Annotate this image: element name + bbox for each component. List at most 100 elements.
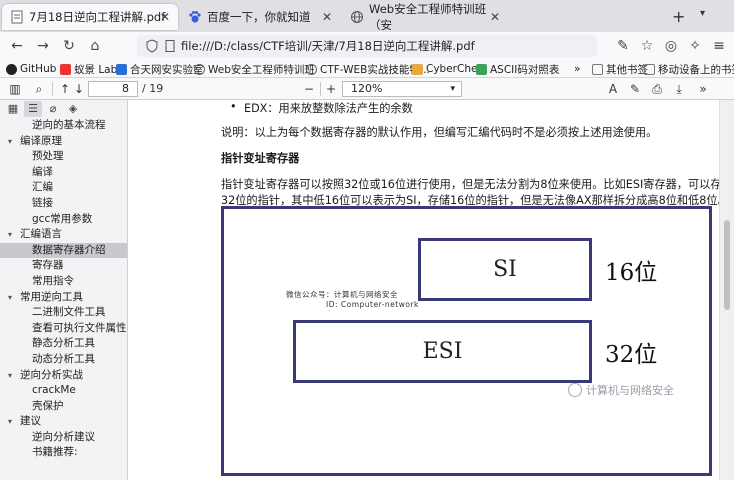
bookmark-github[interactable]: GitHub (6, 61, 56, 77)
star-icon[interactable]: ☆ (636, 36, 658, 56)
bookmark-yijing-lab[interactable]: 蚁景 Lab (60, 61, 117, 77)
outline-item[interactable]: 编译 (0, 165, 127, 181)
zoom-in-icon[interactable]: + (322, 80, 340, 98)
page-count: / 19 (142, 82, 164, 95)
outline-item[interactable]: 二进制文件工具 (0, 305, 127, 321)
tab-baidu[interactable]: 百度一下，你就知道 ✕ (180, 4, 340, 30)
outline-section[interactable]: ▾ 建议 (0, 414, 127, 430)
outline-item[interactable]: 汇编 (0, 180, 127, 196)
page-number-input[interactable]: 8 (88, 81, 138, 97)
si-bit-width: 16位 (605, 260, 658, 286)
tab-strip: 7月18日逆向工程讲解.pdf ✕ 百度一下，你就知道 ✕ Web安全工程师特训… (0, 0, 734, 32)
outline-label: 建议 (20, 415, 41, 428)
outline-item[interactable]: 动态分析工具 (0, 352, 127, 368)
chevron-down-icon[interactable]: ▾ (8, 368, 12, 384)
account-icon[interactable]: ◎ (660, 36, 682, 56)
outline-item[interactable]: 查看可执行文件属性 (0, 321, 127, 337)
shield-icon[interactable] (145, 39, 159, 53)
paw-icon (188, 10, 202, 24)
menu-icon[interactable]: ≡ (708, 36, 730, 56)
pdf-file-icon (10, 10, 24, 24)
print-icon[interactable]: ⎙ (648, 80, 666, 98)
bookmark-site-icon (116, 63, 127, 75)
si-label: SI (493, 257, 517, 282)
outline-item[interactable]: 逆向分析建议 (0, 430, 127, 446)
bullet-edx: EDX：用来放整数除法产生的余数 (244, 102, 413, 115)
save-icon[interactable]: ⤓ (670, 80, 688, 98)
outline-item[interactable]: 寄存器 (0, 258, 127, 274)
close-icon[interactable]: ✕ (320, 10, 334, 24)
vertical-scrollbar[interactable] (719, 100, 734, 480)
reload-icon[interactable]: ↻ (58, 36, 80, 56)
bookmark-web-security[interactable]: Web安全工程师特训班 (194, 61, 315, 77)
text-tool-icon[interactable]: A (604, 80, 622, 98)
bookmark-folder-other[interactable]: 其他书签 (592, 61, 648, 77)
draw-tool-icon[interactable]: ✎ (626, 80, 644, 98)
bookmarks-toolbar: GitHub 蚁景 Lab 合天网安实验室 Web安全工程师特训班 CTF-WE… (0, 60, 734, 78)
chevron-right-icon[interactable]: » (574, 61, 580, 77)
outline-icon[interactable]: ☰ (24, 101, 42, 117)
outline-section[interactable]: ▾ 逆向分析实战 (0, 368, 127, 384)
watermark-logo: 计算机与网络安全 (568, 382, 674, 398)
extensions-icon[interactable]: ✧ (684, 36, 706, 56)
outline-section[interactable]: ▾ 汇编语言 (0, 227, 127, 243)
close-icon[interactable]: ✕ (158, 10, 172, 24)
next-page-icon[interactable]: ↓ (70, 80, 88, 98)
layers-icon[interactable]: ◈ (64, 101, 82, 117)
new-tab-icon[interactable]: + (672, 7, 685, 26)
esi-bit-width: 32位 (605, 342, 658, 368)
tab-web-security[interactable]: Web安全工程师特训班（安 ✕ (342, 2, 508, 32)
outline-item[interactable]: 静态分析工具 (0, 336, 127, 352)
github-icon (6, 63, 17, 75)
zoom-select[interactable]: 120% ▾ (342, 81, 462, 97)
attachments-icon[interactable]: ⌀ (44, 101, 62, 117)
toolbar-separator (320, 82, 321, 96)
sidebar-toggle-icon[interactable]: ▥ (6, 80, 24, 98)
outline-item[interactable]: 壳保护 (0, 399, 127, 415)
navigation-toolbar: ← → ↻ ⌂ file:///D:/class/CTF培训/天津/7月18日逆… (0, 32, 734, 60)
outline-label: 逆向的基本流程 (32, 119, 106, 131)
chevron-down-icon[interactable]: ▾ (700, 8, 705, 19)
outline-section[interactable]: ▾ 编译原理 (0, 134, 127, 150)
folder-icon (592, 63, 603, 75)
pdf-sidebar: ▦ ☰ ⌀ ◈ 逆向的基本流程 ▾ 编译原理预处理 编译 汇编链接 gcc常用参数 ▾ 汇编语… (0, 100, 128, 480)
outline-label: 编译原理 (20, 134, 62, 147)
close-icon[interactable]: ✕ (488, 10, 502, 24)
thumbnails-icon[interactable]: ▦ (4, 101, 22, 117)
pdf-toolbar: ▥ ⌕ ↑ ↓ 8 / 19 − + 120% ▾ A ✎ ⎙ ⤓ » (0, 78, 734, 100)
url-bar[interactable]: file:///D:/class/CTF培训/天津/7月18日逆向工程讲解.pd… (137, 35, 597, 57)
bookmark-site-icon (476, 63, 487, 75)
outline-item[interactable]: 逆向的基本流程 (0, 118, 127, 134)
bookmark-hetian[interactable]: 合天网安实验室 (116, 61, 204, 77)
scrollbar-thumb[interactable] (724, 220, 730, 310)
chevron-down-icon[interactable]: ▾ (8, 290, 12, 306)
outline-item[interactable]: 常用指令 (0, 274, 127, 290)
outline-item[interactable]: 预处理 (0, 149, 127, 165)
outline-label: 汇编 (32, 181, 53, 194)
bookmark-cyberchef[interactable]: CyberChef (412, 61, 481, 77)
chevron-down-icon[interactable]: ▾ (8, 414, 12, 430)
zoom-out-icon[interactable]: − (300, 80, 318, 98)
pin-icon[interactable]: ✎ (612, 36, 634, 56)
home-icon[interactable]: ⌂ (84, 36, 106, 56)
globe-icon (194, 63, 205, 75)
outline-section[interactable]: ▾ 常用逆向工具 (0, 290, 127, 306)
outline-item[interactable]: 数据寄存器介绍 (0, 242, 127, 259)
outline-label: 壳保护 (32, 399, 64, 412)
outline-item[interactable]: crackMe (0, 383, 127, 399)
bookmark-ascii[interactable]: ASCII码对照表 (476, 61, 559, 77)
outline-label: crackMe (32, 384, 76, 397)
chevron-down-icon[interactable]: ▾ (8, 227, 12, 243)
chevron-down-icon[interactable]: ▾ (8, 134, 12, 150)
tab-pdf[interactable]: 7月18日逆向工程讲解.pdf ✕ (2, 4, 178, 30)
more-tools-icon[interactable]: » (694, 80, 712, 98)
tab-title: 7月18日逆向工程讲解.pdf (29, 10, 166, 24)
forward-icon[interactable]: → (32, 36, 54, 56)
search-icon[interactable]: ⌕ (30, 80, 48, 98)
outline-item[interactable]: 链接 (0, 196, 127, 212)
outline-item[interactable]: 书籍推荐: (0, 445, 127, 461)
sidebar-view-tabs: ▦ ☰ ⌀ ◈ (0, 100, 127, 118)
outline-item[interactable]: gcc常用参数 (0, 212, 127, 228)
back-icon[interactable]: ← (6, 36, 28, 56)
bookmark-folder-mobile[interactable]: 移动设备上的书签 (644, 61, 734, 77)
